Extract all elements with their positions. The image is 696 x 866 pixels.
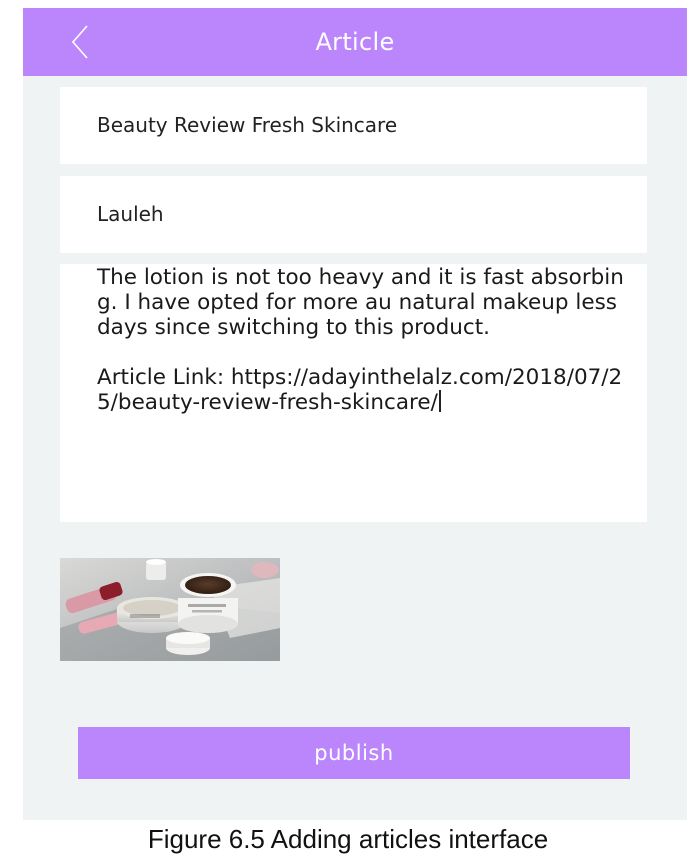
back-button[interactable] [63,22,103,62]
skincare-products-photo [60,558,280,661]
page-title: Article [315,28,395,56]
figure-caption: Figure 6.5 Adding articles interface [147,824,549,854]
article-content-value: using the Umbrian Clay Oil Free Lotion. … [97,264,624,415]
publish-button[interactable]: publish [78,727,630,779]
article-title-field[interactable]: Beauty Review Fresh Skincare [60,87,647,164]
app-bar: Article [23,8,687,76]
text-cursor [438,390,441,412]
article-image-thumbnail[interactable] [60,558,280,661]
chevron-left-icon [71,25,88,59]
article-content-field[interactable]: using the Umbrian Clay Oil Free Lotion. … [60,264,647,522]
article-author-field[interactable]: Lauleh [60,176,647,253]
article-content-text: using the Umbrian Clay Oil Free Lotion. … [97,264,627,415]
phone-screen: Article Beauty Review Fresh Skincare Lau… [23,8,687,820]
